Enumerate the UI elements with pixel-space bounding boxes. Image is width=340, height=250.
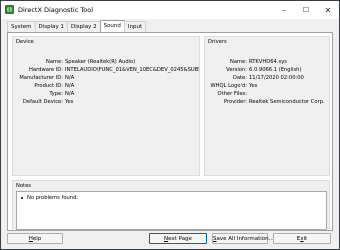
device-name-key: Name: [45,59,63,65]
driver-name-key: Name: [229,59,247,65]
device-default-key: Default Device: [22,99,63,105]
tab-input[interactable]: Input [123,21,147,32]
drivers-group-title: Drivers [208,39,227,45]
notes-group: Notes No problems found. [12,180,330,230]
next-label-rest: ext Page [168,236,192,242]
driver-whql-value: Yes [249,83,258,89]
tab-strip: System Display 1 Display 2 Sound Input [7,20,147,32]
drivers-group: Drivers Name: RTKVHD64.sys Version: 6.0.… [204,36,330,176]
driver-provider-key: Provider: [223,99,247,105]
bullet-icon [21,197,23,199]
minimize-icon: – [282,5,286,15]
save-label-rest: ave All Information... [216,236,274,242]
next-page-button[interactable]: Next Page [149,233,207,244]
notes-box[interactable]: No problems found. [16,191,327,230]
driver-other-files-key: Other Files: [217,91,247,97]
notes-group-title: Notes [16,183,31,189]
device-group: Device Name: Speaker (Realtek(R) Audio) … [12,36,200,176]
device-name-value: Speaker (Realtek(R) Audio) [65,59,136,65]
close-button[interactable]: ✕ [317,1,339,19]
driver-provider-value: Realtek Semiconductor Corp. [249,99,325,105]
title-bar[interactable]: DirectX Diagnostic Tool – ☐ ✕ [1,1,339,19]
notes-item: No problems found. [21,195,78,201]
help-button[interactable]: Help [7,233,63,244]
save-all-button[interactable]: Save All Information... [212,233,274,244]
tab-panel: Device Name: Speaker (Realtek(R) Audio) … [7,32,333,231]
minimize-button[interactable]: – [273,1,295,19]
tab-display-1[interactable]: Display 1 [34,21,69,32]
device-hardware-id-value: INTELAUDIO\FUNC_01&VEN_10EC&DEV_0245&SUB… [65,67,199,73]
device-group-title: Device [16,39,34,45]
device-product-value: N/A [65,83,75,89]
driver-version-key: Version: [226,67,247,73]
notes-item-text: No problems found. [27,195,79,201]
window-title: DirectX Diagnostic Tool [18,6,94,14]
directx-icon [5,5,14,14]
close-icon: ✕ [324,5,332,15]
device-product-key: Product ID: [34,83,63,89]
driver-name-value: RTKVHD64.sys [249,59,287,65]
maximize-button[interactable]: ☐ [295,1,317,19]
dxdiag-window: DirectX Diagnostic Tool – ☐ ✕ System Dis… [0,0,340,250]
tab-display-2[interactable]: Display 2 [67,21,101,32]
device-manufacturer-value: N/A [65,75,75,81]
maximize-icon: ☐ [302,6,310,14]
driver-whql-key: WHQL Logo'd: [210,83,247,89]
help-label-rest: elp [32,236,42,242]
exit-button[interactable]: Exit [273,233,331,244]
device-hardware-id-key: Hardware ID: [29,67,63,73]
tab-system[interactable]: System [7,21,36,32]
driver-date-value: 11/17/2020 02:00:00 [249,75,304,81]
device-default-value: Yes [65,99,74,105]
tab-sound[interactable]: Sound [99,20,125,32]
device-type-key: Type: [49,91,63,97]
driver-version-value: 6.0.9066.1 (English) [249,67,302,73]
device-manufacturer-key: Manufacturer ID: [19,75,63,81]
device-type-value: N/A [65,91,75,97]
driver-date-key: Date: [232,75,247,81]
exit-label-rest: it [303,236,308,242]
